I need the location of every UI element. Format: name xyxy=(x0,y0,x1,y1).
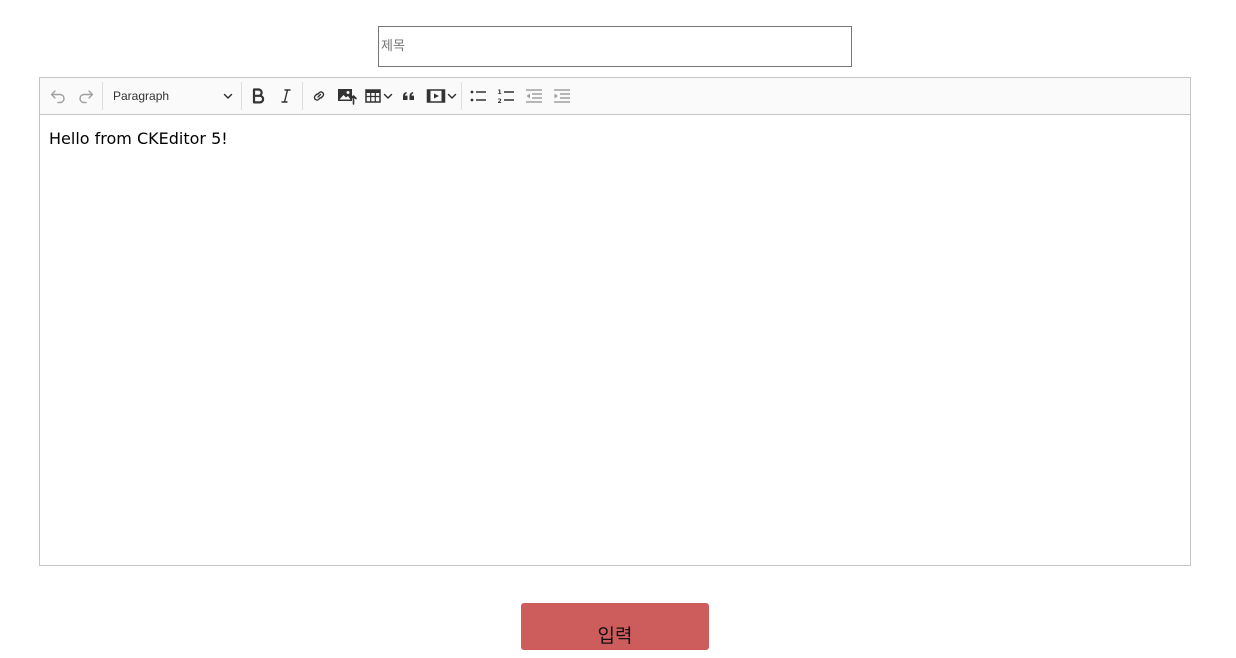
numbered-list-button[interactable]: 1 2 xyxy=(492,82,520,110)
toolbar-separator xyxy=(102,82,103,110)
outdent-button[interactable] xyxy=(520,82,548,110)
undo-button[interactable] xyxy=(44,82,72,110)
heading-dropdown[interactable]: Paragraph xyxy=(105,82,239,110)
editor-paragraph: Hello from CKEditor 5! xyxy=(49,129,228,148)
chevron-down-icon xyxy=(383,93,393,99)
indent-icon xyxy=(554,89,570,103)
chevron-down-icon xyxy=(447,93,457,99)
outdent-icon xyxy=(526,89,542,103)
numbered-list-icon: 1 2 xyxy=(498,89,514,105)
svg-text:2: 2 xyxy=(498,98,502,105)
toolbar-separator xyxy=(302,82,303,110)
redo-button[interactable] xyxy=(72,82,100,110)
editor-toolbar: Paragraph 1 2 xyxy=(40,78,1190,115)
table-button[interactable] xyxy=(361,82,395,110)
page: Paragraph xyxy=(0,0,1236,658)
media-embed-icon xyxy=(426,89,446,103)
title-input[interactable] xyxy=(378,26,852,67)
italic-icon xyxy=(281,89,291,103)
image-upload-icon xyxy=(338,89,357,105)
undo-icon xyxy=(50,90,65,104)
redo-icon xyxy=(79,90,94,104)
italic-button[interactable] xyxy=(272,82,300,110)
submit-button[interactable]: 입력 xyxy=(521,603,709,650)
toolbar-separator xyxy=(241,82,242,110)
blockquote-button[interactable] xyxy=(395,82,423,110)
table-icon xyxy=(365,89,381,103)
rich-text-editor: Paragraph 1 2 Hello from CKEditor 5! xyxy=(39,77,1191,566)
blockquote-icon xyxy=(403,92,414,100)
bold-button[interactable] xyxy=(244,82,272,110)
heading-dropdown-label: Paragraph xyxy=(113,89,170,103)
media-embed-button[interactable] xyxy=(423,82,459,110)
chevron-down-icon xyxy=(223,93,233,99)
svg-text:1: 1 xyxy=(498,89,502,96)
bulleted-list-icon xyxy=(470,90,486,102)
image-upload-button[interactable] xyxy=(333,82,361,110)
bulleted-list-button[interactable] xyxy=(464,82,492,110)
indent-button[interactable] xyxy=(548,82,576,110)
editor-content-area[interactable]: Hello from CKEditor 5! xyxy=(40,115,1190,162)
toolbar-separator xyxy=(461,82,462,110)
link-button[interactable] xyxy=(305,82,333,110)
link-icon xyxy=(313,91,325,101)
bold-icon xyxy=(252,88,265,104)
